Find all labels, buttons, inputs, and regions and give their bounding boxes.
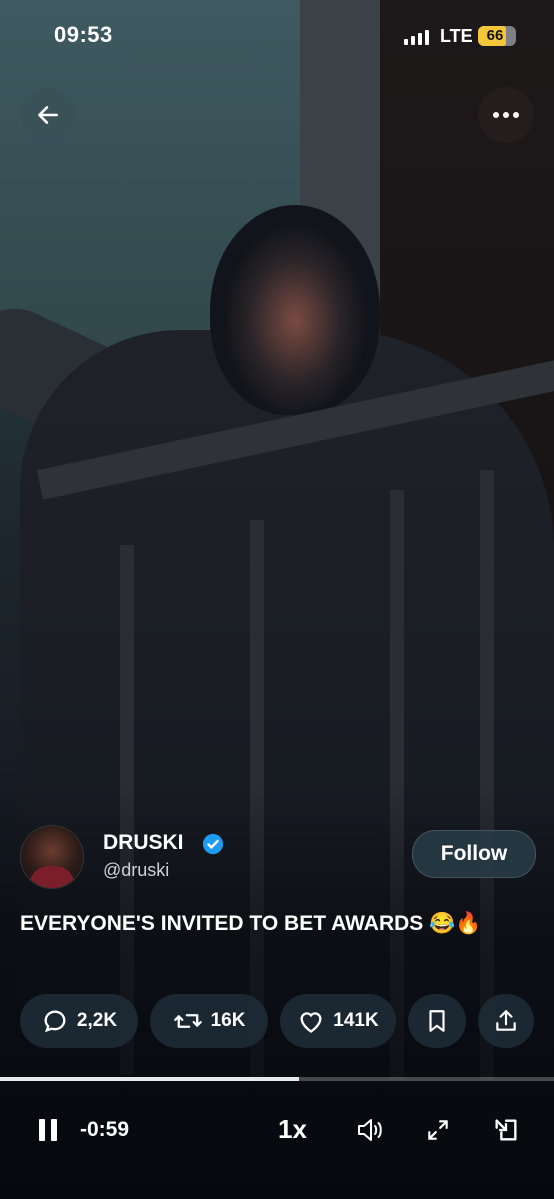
repost-count: 16K: [210, 1010, 246, 1031]
status-time: 09:53: [54, 22, 113, 47]
picture-in-picture-icon: [495, 1119, 517, 1141]
repost-icon: [173, 1014, 202, 1028]
reply-button[interactable]: 2,2K: [20, 994, 138, 1048]
author-handle[interactable]: @druski: [103, 860, 169, 881]
bookmark-icon: [429, 1010, 445, 1032]
pause-button[interactable]: [32, 1112, 64, 1148]
like-button[interactable]: 141K: [280, 994, 396, 1048]
video-progress-bar[interactable]: [0, 1077, 554, 1081]
volume-icon: [358, 1119, 382, 1141]
time-remaining: -0:59: [80, 1118, 130, 1141]
avatar[interactable]: [20, 825, 84, 889]
author-name[interactable]: DRUSKI: [103, 831, 184, 855]
reply-icon: [44, 1010, 66, 1033]
verified-badge-icon: [202, 833, 224, 855]
network-label: LTE: [440, 26, 473, 46]
post-actions: 2,2K 16K 141K: [0, 994, 554, 1050]
battery-level: 66: [486, 27, 504, 44]
status-bar: 09:53 LTE 66: [0, 22, 554, 52]
minimize-button[interactable]: [488, 1112, 524, 1148]
fullscreen-button[interactable]: [420, 1112, 456, 1148]
video-figure-head: [210, 205, 380, 415]
follow-button[interactable]: Follow: [412, 830, 536, 878]
expand-icon: [428, 1120, 448, 1140]
reply-count: 2,2K: [76, 1010, 118, 1031]
repost-button[interactable]: 16K: [150, 994, 268, 1048]
player-controls: -0:59 1x: [0, 1100, 554, 1160]
volume-button[interactable]: [352, 1112, 388, 1148]
signal-icon: [404, 30, 429, 45]
heart-icon: [300, 1012, 322, 1033]
playback-speed-button[interactable]: 1x: [278, 1114, 307, 1145]
like-count: 141K: [333, 1010, 379, 1031]
video-progress-fill: [0, 1077, 300, 1081]
share-icon: [496, 1010, 516, 1031]
arrow-left-icon: [38, 106, 58, 124]
more-button[interactable]: [478, 87, 534, 143]
bookmark-button[interactable]: [408, 994, 466, 1048]
post-caption: EVERYONE'S INVITED TO BET AWARDS 😂🔥: [20, 912, 482, 935]
back-button[interactable]: [20, 87, 76, 143]
pause-icon: [39, 1119, 57, 1141]
share-button[interactable]: [478, 994, 534, 1048]
more-horizontal-icon: [493, 112, 519, 118]
post-author: DRUSKI @druski Follow: [20, 825, 540, 891]
battery-icon: 66: [478, 26, 516, 46]
